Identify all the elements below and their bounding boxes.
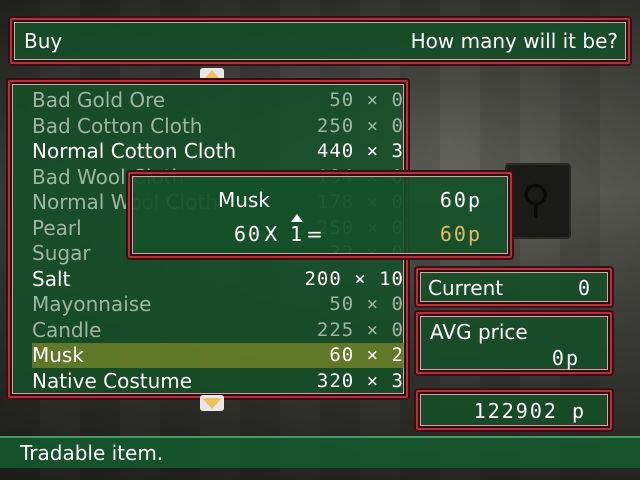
status-text: Tradable item. — [20, 441, 164, 465]
list-item[interactable]: Musk 60 × 2 — [32, 343, 404, 368]
item-price: 50 — [329, 89, 355, 111]
item-price-qty: 320 × 3 — [317, 369, 404, 394]
popup-times: X — [264, 222, 278, 246]
popup-total: 60p — [439, 222, 482, 246]
list-item[interactable]: Bad Cotton Cloth 250 × 0 — [32, 114, 404, 139]
avg-price-value: 0p — [551, 346, 580, 370]
item-name: Bad Cotton Cloth — [32, 113, 203, 138]
times-sign: × — [354, 114, 392, 137]
item-qty: 0 — [391, 114, 404, 137]
times-sign: × — [354, 140, 392, 162]
item-qty: 0 — [391, 293, 404, 315]
current-label: Current — [428, 276, 504, 300]
item-name: Bad Gold Ore — [32, 88, 166, 112]
item-name: Candle — [32, 317, 102, 342]
item-price: 320 — [316, 369, 355, 392]
magnifier-icon: ⚲ — [521, 177, 551, 223]
item-price-qty: 225 × 0 — [317, 318, 404, 343]
item-price: 250 — [316, 114, 355, 137]
item-price-qty: 60 × 2 — [329, 343, 404, 368]
quantity-stepper[interactable]: 1 — [290, 222, 304, 246]
quantity-popup: Musk 60p 60 X 1 = 60p — [128, 172, 512, 258]
item-price: 50 — [329, 293, 355, 315]
money-panel: 122902 p — [416, 390, 612, 430]
item-name: Salt — [32, 266, 71, 291]
times-sign: × — [354, 318, 392, 341]
item-name: Native Costume — [32, 368, 193, 393]
header-prompt: How many will it be? — [410, 29, 618, 53]
item-name: Pearl — [32, 215, 82, 240]
item-price-qty: 440 × 3 — [317, 139, 404, 164]
item-price-qty: 50 × 0 — [329, 292, 404, 317]
times-sign: × — [341, 267, 380, 290]
item-price-qty: 200 × 10 — [304, 267, 404, 292]
list-item[interactable]: Mayonnaise 50 × 0 — [32, 292, 404, 317]
avg-price-panel: AVG price 0p — [416, 312, 612, 374]
popup-item-name: Musk — [218, 188, 270, 212]
item-price-qty: 50 × 0 — [329, 88, 404, 113]
item-price: 200 — [304, 267, 342, 290]
money-value: 122902 p — [473, 399, 586, 423]
item-qty: 10 — [379, 267, 404, 290]
item-price: 440 — [316, 140, 355, 162]
list-item[interactable]: Bad Gold Ore 50 × 0 — [32, 88, 404, 113]
item-qty: 3 — [391, 140, 404, 162]
current-panel: Current 0 — [416, 268, 612, 306]
popup-equals: = — [306, 222, 323, 246]
header-panel: Buy How many will it be? — [10, 18, 630, 64]
current-value: 0 — [577, 276, 592, 300]
list-item[interactable]: Normal Cotton Cloth 440 × 3 — [32, 139, 404, 164]
list-item[interactable]: Salt 200 × 10 — [32, 267, 404, 292]
popup-unit: 60 — [234, 222, 263, 246]
item-price: 225 — [316, 318, 355, 341]
list-item[interactable]: Native Costume 320 × 3 — [32, 369, 404, 394]
popup-unit-price: 60p — [439, 188, 482, 212]
item-price: 60 — [329, 344, 355, 366]
quantity-up-icon[interactable] — [291, 214, 303, 222]
header-title: Buy — [24, 29, 63, 53]
times-sign: × — [354, 293, 392, 315]
item-qty: 0 — [391, 89, 404, 111]
down-arrow-icon — [202, 398, 222, 409]
item-name: Mayonnaise — [32, 292, 152, 316]
item-name: Musk — [32, 343, 84, 367]
shop-sign: ⚲ — [505, 163, 571, 239]
item-name: Sugar — [32, 241, 91, 265]
list-item[interactable]: Candle 225 × 0 — [32, 318, 404, 343]
item-price-qty: 250 × 0 — [317, 114, 404, 139]
times-sign: × — [354, 344, 392, 366]
scroll-down-button[interactable] — [200, 395, 224, 411]
avg-price-label: AVG price — [430, 320, 528, 344]
times-sign: × — [354, 369, 392, 392]
item-qty: 2 — [391, 344, 404, 366]
item-qty: 3 — [391, 369, 404, 392]
item-name: Normal Cotton Cloth — [32, 139, 237, 163]
status-bar: Tradable item. — [0, 436, 640, 468]
item-qty: 0 — [391, 318, 404, 341]
times-sign: × — [354, 89, 392, 111]
